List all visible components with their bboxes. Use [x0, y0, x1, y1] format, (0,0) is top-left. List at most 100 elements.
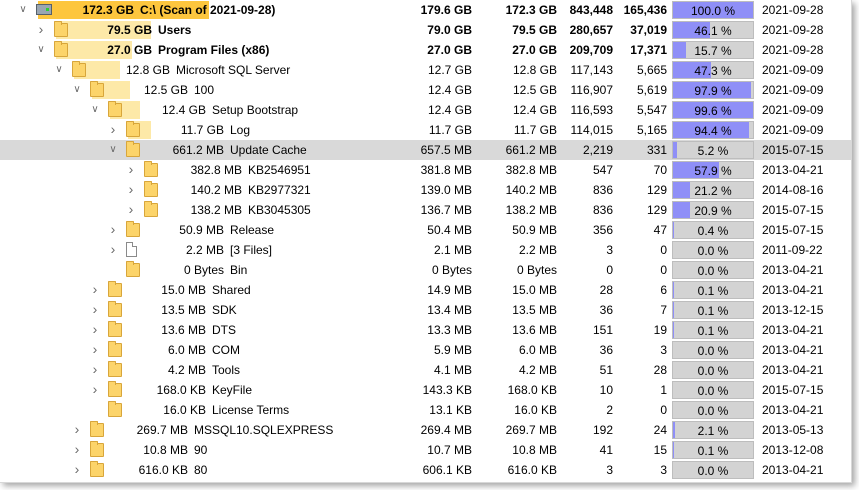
size-cell: 12.5 GB: [512, 83, 557, 97]
item-name: Tools: [212, 363, 241, 377]
tree-row[interactable]: › 168.0 KB KeyFile 143.3 KB 168.0 KB 10 1 0.0 %…: [0, 380, 851, 400]
folders-cell: 331: [646, 143, 667, 157]
folder-icon: [108, 341, 122, 357]
chevron-right-icon[interactable]: ›: [34, 22, 48, 37]
chevron-right-icon[interactable]: ›: [88, 282, 102, 297]
percent-text: 0.4 %: [697, 224, 729, 238]
folder-icon: [144, 161, 158, 177]
chevron-down-icon[interactable]: ∨: [88, 103, 102, 117]
chevron-right-icon[interactable]: ›: [106, 122, 120, 137]
percent-text: 99.6 %: [694, 104, 732, 118]
last-modified: 2015-07-15: [762, 383, 824, 397]
folders-cell: 5,665: [636, 63, 667, 77]
item-size: 13.5 MB: [161, 303, 206, 317]
item-size: 172.3 GB: [82, 3, 134, 17]
folder-icon: [108, 301, 122, 317]
folder-icon: [54, 41, 68, 57]
chevron-down-icon[interactable]: ∨: [16, 3, 30, 17]
item-name: 80: [194, 463, 208, 477]
files-cell: 209,709: [569, 43, 613, 57]
chevron-right-icon[interactable]: ›: [88, 342, 102, 357]
chevron-right-icon[interactable]: ›: [70, 442, 84, 457]
files-cell: 280,657: [569, 23, 613, 37]
last-modified: 2021-09-09: [762, 83, 824, 97]
tree-row[interactable]: 16.0 KB License Terms 13.1 KB 16.0 KB 2 0 0.0 …: [0, 400, 851, 420]
allocated-cell: 13.3 MB: [427, 323, 472, 337]
chevron-right-icon[interactable]: ›: [70, 422, 84, 437]
size-cell: 12.8 GB: [512, 63, 557, 77]
percent-of-parent: 57.9 %: [672, 161, 754, 179]
allocated-cell: 50.4 MB: [427, 223, 472, 237]
tree-row[interactable]: › 50.9 MB Release 50.4 MB 50.9 MB 356 47 0.4 % 2…: [0, 220, 851, 240]
tree-row[interactable]: › 13.5 MB SDK 13.4 MB 13.5 MB 36 7 0.1 % 2013-12…: [0, 300, 851, 320]
tree-row[interactable]: ∨ 12.8 GB Microsoft SQL Server 12.7 GB 12.8 …: [0, 60, 851, 80]
tree-row[interactable]: › 2.2 MB [3 Files] 2.1 MB 2.2 MB 3 0 0.0 % 2011-…: [0, 240, 851, 260]
folders-cell: 3: [660, 343, 667, 357]
files-cell: 116,593: [570, 103, 614, 117]
percent-of-parent: 0.1 %: [672, 441, 754, 459]
files-cell: 10: [599, 383, 613, 397]
chevron-right-icon[interactable]: ›: [88, 322, 102, 337]
tree-row[interactable]: › 15.0 MB Shared 14.9 MB 15.0 MB 28 6 0.1 % 2013…: [0, 280, 851, 300]
tree-row[interactable]: › 138.2 MB KB3045305 136.7 MB 138.2 MB 836 129…: [0, 200, 851, 220]
allocated-cell: 381.8 MB: [420, 163, 472, 177]
size-cell: 0 Bytes: [516, 263, 557, 277]
chevron-right-icon[interactable]: ›: [124, 202, 138, 217]
percent-text: 57.9 %: [694, 164, 732, 178]
allocated-cell: 139.0 MB: [420, 183, 472, 197]
chevron-down-icon[interactable]: ∨: [106, 143, 120, 157]
tree-row[interactable]: › 4.2 MB Tools 4.1 MB 4.2 MB 51 28 0.0 % 2013-04…: [0, 360, 851, 380]
chevron-down-icon[interactable]: ∨: [52, 63, 66, 77]
tree-row[interactable]: › 10.8 MB 90 10.7 MB 10.8 MB 41 15 0.1 % 2013-12…: [0, 440, 851, 460]
percent-text: 100.0 %: [690, 4, 736, 18]
last-modified: 2021-09-28: [762, 23, 824, 37]
percent-of-parent: 5.2 %: [672, 141, 754, 159]
size-cell: 13.5 MB: [512, 303, 557, 317]
size-cell: 79.5 GB: [512, 23, 557, 37]
chevron-right-icon[interactable]: ›: [124, 162, 138, 177]
chevron-down-icon[interactable]: ∨: [34, 43, 48, 57]
files-cell: 117,143: [570, 63, 614, 77]
item-size: 27.0 GB: [107, 43, 152, 57]
tree-row[interactable]: ∨ 12.5 GB 100 12.4 GB 12.5 GB 116,907 5,619 97.…: [0, 80, 851, 100]
tree-row[interactable]: ∨ 661.2 MB Update Cache 657.5 MB 661.2 MB 2,2…: [0, 140, 851, 160]
chevron-right-icon[interactable]: ›: [88, 302, 102, 317]
folder-icon: [90, 441, 104, 457]
tree-row[interactable]: ∨ 172.3 GB C:\ (Scan of 2021-09-28) 179.6 G…: [0, 0, 851, 20]
size-cell: 11.7 GB: [513, 123, 557, 137]
size-cell: 269.7 MB: [505, 423, 557, 437]
chevron-right-icon[interactable]: ›: [106, 222, 120, 237]
tree-row[interactable]: › 140.2 MB KB2977321 139.0 MB 140.2 MB 836 129…: [0, 180, 851, 200]
tree-row[interactable]: › 79.5 GB Users 79.0 GB 79.5 GB 280,657 37,019…: [0, 20, 851, 40]
chevron-down-icon[interactable]: ∨: [70, 83, 84, 97]
tree-row[interactable]: › 269.7 MB MSSQL10.SQLEXPRESS 269.4 MB 269.7…: [0, 420, 851, 440]
tree-row[interactable]: › 13.6 MB DTS 13.3 MB 13.6 MB 151 19 0.1 % 2013-…: [0, 320, 851, 340]
tree-row[interactable]: › 382.8 MB KB2546951 381.8 MB 382.8 MB 547 70 5…: [0, 160, 851, 180]
tree-row[interactable]: › 6.0 MB COM 5.9 MB 6.0 MB 36 3 0.0 % 2013-04-21: [0, 340, 851, 360]
last-modified: 2013-12-15: [762, 303, 824, 317]
percent-of-parent: 2.1 %: [672, 421, 754, 439]
chevron-right-icon[interactable]: ›: [106, 242, 120, 257]
percent-of-parent: 0.4 %: [672, 221, 754, 239]
tree-row[interactable]: › 616.0 KB 80 606.1 KB 616.0 KB 3 3 0.0 % 2013-0…: [0, 460, 851, 480]
size-cell: 27.0 GB: [512, 43, 557, 57]
item-name: Bin: [230, 263, 248, 277]
folders-cell: 24: [653, 423, 667, 437]
chevron-right-icon[interactable]: ›: [70, 462, 84, 477]
folders-cell: 19: [653, 323, 667, 337]
percent-text: 94.4 %: [694, 124, 732, 138]
tree-row[interactable]: 0 Bytes Bin 0 Bytes 0 Bytes 0 0 0.0 % 2013-04-2…: [0, 260, 851, 280]
tree-row[interactable]: › 11.7 GB Log 11.7 GB 11.7 GB 114,015 5,165 94.…: [0, 120, 851, 140]
item-name: 100: [194, 83, 215, 97]
item-size: 661.2 MB: [172, 143, 224, 157]
percent-text: 0.0 %: [697, 464, 729, 478]
item-size: 11.7 GB: [180, 123, 224, 137]
chevron-right-icon[interactable]: ›: [88, 382, 102, 397]
tree-row[interactable]: ∨ 27.0 GB Program Files (x86) 27.0 GB 27.0 G…: [0, 40, 851, 60]
files-cell: 3: [606, 243, 613, 257]
files-cell: 36: [599, 343, 613, 357]
chevron-right-icon[interactable]: ›: [124, 182, 138, 197]
chevron-right-icon[interactable]: ›: [88, 362, 102, 377]
percent-of-parent: 0.1 %: [672, 281, 754, 299]
tree-row[interactable]: ∨ 12.4 GB Setup Bootstrap 12.4 GB 12.4 GB 116…: [0, 100, 851, 120]
